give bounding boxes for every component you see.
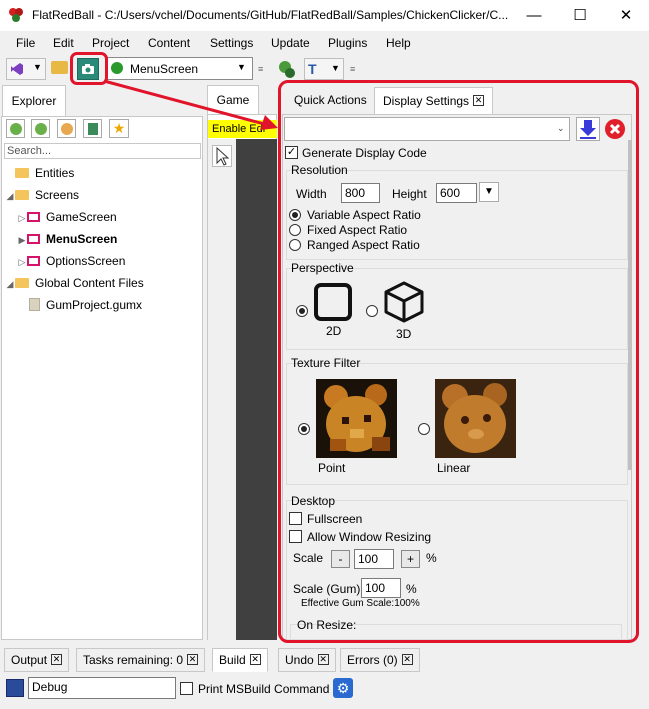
menu-file[interactable]: File xyxy=(16,36,35,50)
menu-project[interactable]: Project xyxy=(92,36,129,50)
play-icon xyxy=(111,62,123,74)
title-bar: FlatRedBall - C:/Users/vchel/Documents/G… xyxy=(0,0,649,31)
chevron-down-icon: ▼ xyxy=(237,62,246,72)
menu-plugins[interactable]: Plugins xyxy=(328,36,367,50)
arrow-right-icon xyxy=(35,123,47,135)
arrow-annotation-icon xyxy=(103,79,278,130)
folder-icon xyxy=(15,167,29,178)
menu-edit[interactable]: Edit xyxy=(53,36,74,50)
toolbar-grip: ≡ xyxy=(350,64,356,74)
tree-item-gumproject[interactable]: GumProject.gumx xyxy=(5,294,200,316)
close-tab-icon[interactable]: ✕ xyxy=(51,654,63,666)
back-button[interactable] xyxy=(6,119,25,138)
collapse-arrow-icon[interactable]: ▷ xyxy=(17,251,27,273)
tree-item-screens[interactable]: ◢ Screens xyxy=(5,184,200,206)
expand-arrow-icon[interactable]: ◢ xyxy=(5,273,15,295)
window-title: FlatRedBall - C:/Users/vchel/Documents/G… xyxy=(32,8,509,22)
select-cursor-icon[interactable] xyxy=(212,145,232,167)
tree-item-gamescreen[interactable]: ▷ GameScreen xyxy=(5,206,200,228)
visual-studio-icon xyxy=(11,63,23,75)
close-tab-icon[interactable]: ✕ xyxy=(187,654,199,666)
chevron-down-icon: ▼ xyxy=(331,63,340,73)
app-logo-icon xyxy=(9,8,23,22)
folder-icon xyxy=(15,189,29,200)
minimize-button[interactable]: — xyxy=(511,0,557,31)
tab-tasks[interactable]: Tasks remaining: 0 ✕ xyxy=(76,648,206,672)
explorer-tree: Entities ◢ Screens ▷ GameScreen ▶ MenuScree… xyxy=(5,162,200,316)
tree-item-optionsscreen[interactable]: ▷ OptionsScreen xyxy=(5,250,200,272)
game-canvas[interactable] xyxy=(236,139,277,640)
menu-content[interactable]: Content xyxy=(148,36,190,50)
visual-studio-button[interactable]: ▼ xyxy=(6,58,46,80)
menu-settings[interactable]: Settings xyxy=(210,36,253,50)
collapse-arrow-icon[interactable]: ▷ xyxy=(17,207,27,229)
screen-icon xyxy=(27,211,40,222)
folder-icon xyxy=(15,277,29,288)
print-msbuild-checkbox[interactable] xyxy=(180,682,193,695)
expand-arrow-icon[interactable]: ◢ xyxy=(5,185,15,207)
build-config-icon[interactable] xyxy=(6,679,24,697)
tools-button[interactable]: T ▼ xyxy=(304,58,344,80)
menu-update[interactable]: Update xyxy=(271,36,310,50)
game-tool-strip xyxy=(208,139,236,640)
collapse-arrow-icon[interactable]: ▶ xyxy=(17,229,27,251)
close-tab-icon[interactable]: ✕ xyxy=(401,654,413,666)
explorer-search-input[interactable]: Search... xyxy=(4,143,201,159)
forward-button[interactable] xyxy=(31,119,50,138)
t-icon: T xyxy=(308,61,317,77)
configuration-input[interactable]: Debug xyxy=(28,677,176,699)
settings-gear-icon[interactable]: ⚙ xyxy=(333,678,353,698)
tab-explorer[interactable]: Explorer xyxy=(2,85,66,117)
arrow-left-icon xyxy=(10,123,22,135)
tab-output[interactable]: Output ✕ xyxy=(4,648,70,672)
collapse-button[interactable] xyxy=(57,119,76,138)
highlight-frame xyxy=(278,80,639,643)
chevron-down-icon: ▼ xyxy=(33,62,42,72)
tab-build[interactable]: Build ✕ xyxy=(212,648,268,672)
sync-icon xyxy=(88,123,98,135)
menu-help[interactable]: Help xyxy=(386,36,411,50)
tree-item-global-content[interactable]: ◢ Global Content Files xyxy=(5,272,200,294)
screen-select-value: MenuScreen xyxy=(130,62,199,76)
minus-icon xyxy=(61,123,73,135)
screen-icon xyxy=(27,255,40,266)
tree-item-entities[interactable]: Entities xyxy=(5,162,200,184)
tab-errors[interactable]: Errors (0) ✕ xyxy=(340,648,420,672)
file-icon xyxy=(29,298,40,312)
toolbar-grip: ≡ xyxy=(258,64,264,74)
close-tab-icon[interactable]: ✕ xyxy=(249,654,261,666)
close-tab-icon[interactable]: ✕ xyxy=(317,654,329,666)
print-msbuild-label: Print MSBuild Command xyxy=(198,682,330,696)
tab-undo[interactable]: Undo ✕ xyxy=(278,648,336,672)
tree-item-menuscreen[interactable]: ▶ MenuScreen xyxy=(5,228,200,250)
maximize-button[interactable]: ☐ xyxy=(557,0,603,31)
screen-play-icon xyxy=(27,233,40,244)
close-button[interactable]: ✕ xyxy=(603,0,649,31)
open-folder-icon[interactable] xyxy=(51,61,68,74)
